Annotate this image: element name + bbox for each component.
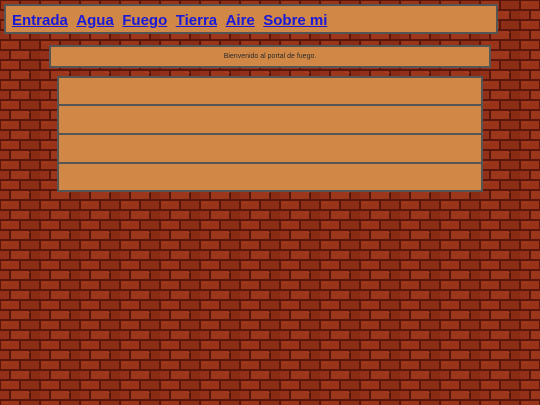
nav-link-aire[interactable]: Aire — [226, 12, 255, 29]
nav-link-agua[interactable]: Agua — [76, 12, 114, 29]
content-row — [57, 105, 483, 134]
content-rows — [57, 76, 483, 192]
content-row — [57, 76, 483, 105]
content-row — [57, 163, 483, 192]
nav-link-fuego[interactable]: Fuego — [122, 12, 167, 29]
nav-link-tierra[interactable]: Tierra — [176, 12, 217, 29]
nav-link-sobre-mi[interactable]: Sobre mi — [263, 12, 327, 29]
content-row — [57, 134, 483, 163]
nav-link-entrada[interactable]: Entrada — [12, 12, 68, 29]
top-navigation: Entrada Agua Fuego Tierra Aire Sobre mi — [4, 4, 498, 34]
welcome-text: Bienvenido al portal de fuego. — [223, 53, 317, 60]
welcome-banner: Bienvenido al portal de fuego. — [49, 45, 491, 68]
